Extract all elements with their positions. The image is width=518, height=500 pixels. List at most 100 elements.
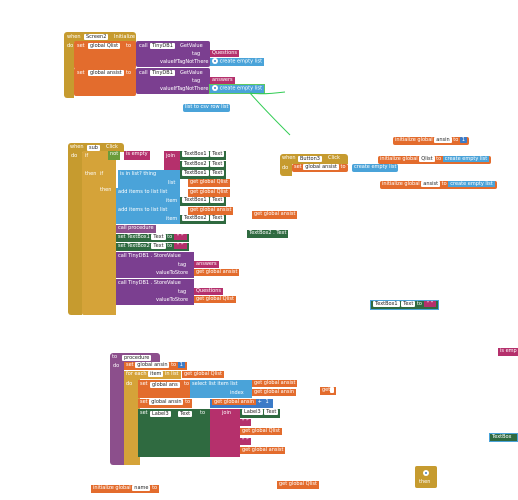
procedure-name-field[interactable]: procedure: [122, 355, 152, 361]
property-dropdown[interactable]: Text: [264, 409, 279, 415]
property-dropdown[interactable]: Text: [210, 170, 225, 176]
property-dropdown[interactable]: Text: [210, 197, 225, 203]
get-qlist-block[interactable]: get global Qlist: [188, 179, 230, 187]
get-qlist-block[interactable]: get global Qlist: [240, 428, 282, 435]
get-qlist-block[interactable]: get global Qlist: [188, 189, 230, 197]
property-dropdown[interactable]: Text: [151, 234, 166, 240]
textbox-getter[interactable]: TextBox: [489, 433, 518, 442]
init-ansist-block[interactable]: initialize global ansist to create empty…: [380, 181, 497, 189]
component-dropdown[interactable]: TextBox2: [182, 215, 209, 221]
is-empty-block[interactable]: is empty: [124, 151, 150, 160]
call-procedure-block[interactable]: call procedure: [116, 225, 156, 233]
var-dropdown[interactable]: global ansin: [135, 362, 170, 368]
create-empty-list-block[interactable]: create empty list: [210, 58, 265, 66]
list-to-csv-row-block[interactable]: list to csv row list: [183, 104, 231, 112]
empty-text-block[interactable]: “ ”: [173, 243, 187, 249]
number-block[interactable]: 1: [177, 362, 185, 368]
get-ansin-block[interactable]: get global ansin: [252, 389, 297, 396]
get-ansist-block[interactable]: get global ansist: [188, 207, 234, 215]
number-block[interactable]: 1: [263, 399, 271, 405]
screen-initialize-event[interactable]: when Screen2 Initialize do set global Ql…: [64, 32, 266, 98]
component-dropdown[interactable]: Label3: [150, 411, 171, 417]
textbox1-text-getter[interactable]: TextBox1 Text: [180, 197, 227, 206]
var-dropdown[interactable]: global ansist: [88, 70, 124, 76]
var-name-field[interactable]: Qlist: [419, 156, 435, 162]
var-dropdown[interactable]: global Qlist: [88, 43, 121, 49]
property-dropdown[interactable]: Text: [151, 243, 166, 249]
set-label: set: [140, 399, 148, 405]
get-ansist-block[interactable]: get global ansist: [252, 380, 298, 387]
init-ansin-block[interactable]: initialize global ansin to 1: [393, 137, 470, 145]
number-block[interactable]: 1: [459, 137, 468, 143]
component-dropdown[interactable]: TextBox2: [182, 161, 209, 167]
component-dropdown[interactable]: TextBox1: [182, 151, 209, 157]
init-qlist-block[interactable]: initialize global Qlist to create empty …: [378, 156, 492, 164]
property-dropdown[interactable]: Text: [210, 215, 225, 221]
set-ansin-block[interactable]: set global ansin to 1: [124, 362, 187, 370]
button-dropdown[interactable]: Button3: [298, 156, 322, 162]
var-dropdown[interactable]: [330, 387, 335, 393]
get-ansin-block[interactable]: get global ansin: [212, 399, 257, 405]
get-qlist-block[interactable]: get global Qlist: [182, 371, 224, 378]
set-textbox1-block[interactable]: set TextBox1 Text to “ ”: [116, 234, 189, 242]
empty-text-block[interactable]: “ ”: [173, 234, 187, 240]
get-qlist-block[interactable]: get global Qlist: [194, 296, 236, 303]
var-dropdown[interactable]: global ansist: [303, 164, 339, 170]
gear-icon[interactable]: [212, 85, 218, 91]
create-empty-list-block[interactable]: create empty list: [352, 164, 399, 172]
component-dropdown[interactable]: TextBox1: [182, 170, 209, 176]
is-empty-block[interactable]: is emp: [498, 348, 518, 356]
blocks-workspace[interactable]: { "colors": { "event": "#c69b2f", "proce…: [0, 0, 518, 500]
property-dropdown[interactable]: Text: [401, 301, 416, 307]
gear-icon[interactable]: [423, 470, 429, 476]
text-questions[interactable]: Questions: [194, 288, 223, 295]
var-name-field[interactable]: ansist: [421, 181, 441, 187]
textbox1-text-getter[interactable]: TextBox1 Text: [180, 151, 227, 160]
set-label: set: [77, 43, 85, 49]
set-ansin-block[interactable]: set global ansin to: [138, 399, 193, 408]
textbox2-text-getter[interactable]: TextBox2 Text: [180, 215, 227, 224]
sub-click-event[interactable]: when sub Click do if then not is empty j…: [68, 143, 273, 315]
textbox2-text-getter[interactable]: TextBox2 . Text: [247, 230, 289, 238]
get-ansist-block[interactable]: get global ansist: [194, 269, 240, 276]
text-answers[interactable]: answers: [194, 261, 219, 268]
not-block[interactable]: not: [108, 151, 121, 160]
create-empty-list-label[interactable]: create empty list: [442, 156, 490, 162]
label3-text-getter[interactable]: Label3 Text: [240, 409, 281, 418]
gear-icon[interactable]: [212, 58, 218, 64]
component-dropdown[interactable]: TextBox1: [182, 197, 209, 203]
init-name-block[interactable]: initialize global name to: [91, 485, 160, 493]
empty-text-block[interactable]: “ ”: [240, 438, 251, 445]
button3-click-event[interactable]: when Button3 Click do set global ansist …: [280, 154, 399, 176]
procedure-definition[interactable]: to procedure do set global ansin to 1 fo…: [110, 353, 298, 465]
screen-dropdown[interactable]: Screen2: [84, 34, 109, 40]
then-block[interactable]: then: [415, 466, 437, 488]
var-dropdown[interactable]: global ans: [150, 382, 180, 388]
get-qlist-block[interactable]: get global Qlist: [277, 481, 319, 489]
text-answers[interactable]: answers: [210, 77, 235, 84]
get-ansist-block[interactable]: get global ansist: [240, 447, 286, 454]
component-dropdown[interactable]: Label3: [242, 409, 263, 415]
empty-text-block[interactable]: “ ”: [240, 419, 251, 426]
get-ansist-block[interactable]: get global ansist: [252, 211, 298, 219]
create-empty-list-label[interactable]: create empty list: [448, 181, 495, 187]
set-textbox1-block[interactable]: TextBox1 Text to “ ”: [370, 300, 440, 310]
textbox1-text-getter[interactable]: TextBox1 Text: [180, 170, 227, 179]
var-name-field[interactable]: ansin: [434, 137, 452, 143]
get-var-block[interactable]: get: [320, 387, 337, 395]
set-textbox2-block[interactable]: set TextBox2 Text to “ ”: [116, 243, 189, 251]
text-questions[interactable]: Questions: [210, 50, 239, 57]
tinydb-dropdown[interactable]: TinyDB1: [150, 70, 175, 76]
var-dropdown[interactable]: global ansin: [149, 399, 184, 405]
item-var-field[interactable]: item: [148, 371, 164, 377]
set-ansist-block[interactable]: set global ansist to: [292, 164, 348, 172]
property-dropdown[interactable]: Text: [210, 151, 225, 157]
component-dropdown[interactable]: TextBox1: [373, 301, 400, 307]
var-name-field[interactable]: name: [132, 485, 151, 491]
empty-text-block[interactable]: “ ”: [423, 301, 437, 307]
textbox2-text-getter[interactable]: TextBox2 Text: [180, 161, 227, 170]
property-dropdown[interactable]: Text: [210, 161, 225, 167]
tinydb-dropdown[interactable]: TinyDB1: [150, 43, 175, 49]
math-add-block[interactable]: get global ansin + 1: [210, 399, 273, 408]
property-dropdown[interactable]: Text: [178, 411, 193, 417]
